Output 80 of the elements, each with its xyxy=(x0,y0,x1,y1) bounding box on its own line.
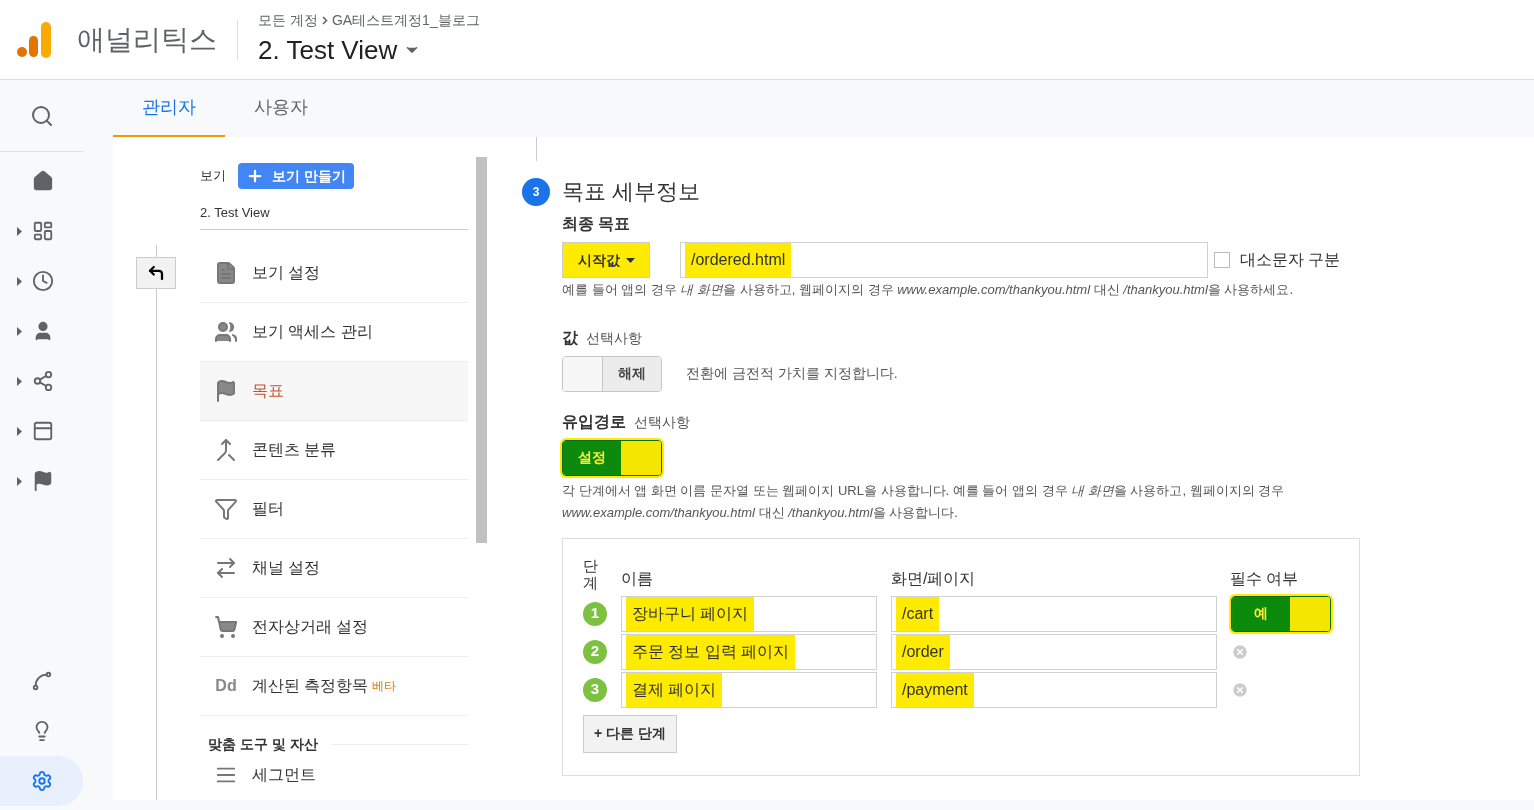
scrollbar[interactable] xyxy=(476,157,487,543)
layout-icon[interactable] xyxy=(32,420,54,442)
step-name-input[interactable]: 결제 페이지 xyxy=(621,671,877,708)
admin-menu-item[interactable]: Dd 계산된 측정항목 베타 xyxy=(200,656,468,716)
back-arrow-icon xyxy=(146,264,165,282)
expand-arrow-icon[interactable] xyxy=(17,276,22,286)
optional-label: 선택사항 xyxy=(634,412,690,432)
section-heading: 목표 세부정보 xyxy=(562,178,701,206)
section-title: 맞춤 도구 및 자산 xyxy=(208,734,318,754)
expand-arrow-icon[interactable] xyxy=(17,476,22,486)
search-icon[interactable] xyxy=(29,103,54,128)
back-button[interactable] xyxy=(135,257,176,289)
match-type-dropdown[interactable]: 시작값 xyxy=(562,242,650,278)
chevron-icon xyxy=(321,15,328,25)
arrows-icon xyxy=(214,555,238,580)
rail-button[interactable] xyxy=(0,756,83,806)
settings-icon xyxy=(30,770,53,792)
step-number-badge: 1 xyxy=(583,601,607,626)
column-header: 단계 xyxy=(583,556,599,591)
admin-menu-item[interactable]: 채널 설정 xyxy=(200,538,468,598)
view-name: 2. Test View xyxy=(200,203,468,230)
beta-label: 베타 xyxy=(372,677,397,695)
dd-label: Dd xyxy=(215,675,237,696)
step-page-input[interactable]: /order xyxy=(891,633,1217,670)
home-icon[interactable] xyxy=(32,170,54,192)
dashboard-icon[interactable] xyxy=(32,220,54,242)
create-view-button[interactable]: 보기 만들기 xyxy=(238,163,354,189)
column-header: 이름 xyxy=(621,568,654,589)
step-name-input[interactable]: 주문 정보 입력 페이지 xyxy=(621,633,877,670)
people-icon xyxy=(214,319,238,344)
field-label: 값 xyxy=(562,327,578,348)
product-name: 애널리틱스 xyxy=(77,22,217,57)
column-label: 보기 xyxy=(200,167,226,186)
cart-icon xyxy=(214,614,238,639)
admin-menu-item[interactable]: 콘텐츠 분류 xyxy=(200,420,468,480)
add-step-button[interactable]: + 다른 단계 xyxy=(583,714,677,753)
document-icon xyxy=(214,260,238,285)
bar-chart-logo-icon xyxy=(17,21,51,58)
case-sensitive-checkbox[interactable]: 대소문자 구분 xyxy=(1214,248,1341,272)
help-text: 예를 들어 앱의 경우 내 화면을 사용하고, 웹페이지의 경우 www.example.com/thankyou.html 대신 /thankyou.html을 사용하세요. xyxy=(562,281,1295,299)
flag-icon[interactable] xyxy=(32,470,54,492)
step-page-input[interactable]: /payment xyxy=(891,671,1217,708)
route-icon xyxy=(30,670,53,692)
admin-menu-item[interactable]: 보기 설정 xyxy=(200,243,468,303)
branch-icon[interactable] xyxy=(32,370,54,392)
breadcrumb-link[interactable]: 모든 계정 xyxy=(258,9,318,31)
expand-arrow-icon[interactable] xyxy=(17,226,22,236)
flag-icon xyxy=(214,378,238,403)
field-label: 최종 목표 xyxy=(562,214,632,234)
step-number-badge: 2 xyxy=(583,639,607,664)
step-number-badge: 3 xyxy=(522,177,550,206)
expand-arrow-icon[interactable] xyxy=(17,376,22,386)
toggle-switch[interactable]: 해제 xyxy=(562,355,662,392)
caret-icon xyxy=(625,257,635,263)
expand-arrow-icon[interactable] xyxy=(17,326,22,336)
column-header: 필수 여부 xyxy=(1230,568,1299,589)
merge-icon xyxy=(214,437,238,462)
expand-arrow-icon[interactable] xyxy=(17,426,22,436)
breadcrumb-link[interactable]: GA테스트계정1_블로그 xyxy=(331,9,480,31)
toggle-switch[interactable]: 예 xyxy=(1231,595,1331,632)
toggle-switch[interactable]: 설정 xyxy=(562,439,662,476)
help-text: 각 단계에서 앱 화면 이름 문자열 또는 웹페이지 URL을 사용합니다. 예를 들어 앱의 경우 내 화면을 사용하고, 웹페이지의 경우 www.example.com/thankyou.html 대신 /thankyou.html을 사용합니다. xyxy=(562,481,1286,522)
step-page-input[interactable]: /cart xyxy=(891,595,1217,632)
step-name-input[interactable]: 장바구니 페이지 xyxy=(621,595,877,632)
step-number-badge: 3 xyxy=(583,677,607,702)
admin-menu-item[interactable]: 보기 액세스 관리 xyxy=(200,302,468,362)
tab[interactable]: 사용자 xyxy=(225,80,337,137)
column-header: 화면/페이지 xyxy=(891,568,977,589)
filter-icon xyxy=(214,496,238,521)
clock-icon[interactable] xyxy=(32,270,54,292)
admin-menu-item[interactable]: 목표 xyxy=(200,361,468,421)
optional-label: 선택사항 xyxy=(586,328,642,348)
admin-menu-item[interactable]: 필터 xyxy=(200,479,468,539)
plus-icon xyxy=(246,167,264,185)
destination-input[interactable]: /ordered.html xyxy=(680,242,1208,278)
view-selector[interactable]: 2. Test View xyxy=(258,30,480,70)
admin-menu-item[interactable]: 전자상거래 설정 xyxy=(200,597,468,657)
admin-menu-item[interactable]: 세그먼트 xyxy=(200,754,468,795)
toggle-description: 전환에 금전적 가치를 지정합니다. xyxy=(686,364,898,383)
field-label: 유입경로 xyxy=(562,411,626,432)
